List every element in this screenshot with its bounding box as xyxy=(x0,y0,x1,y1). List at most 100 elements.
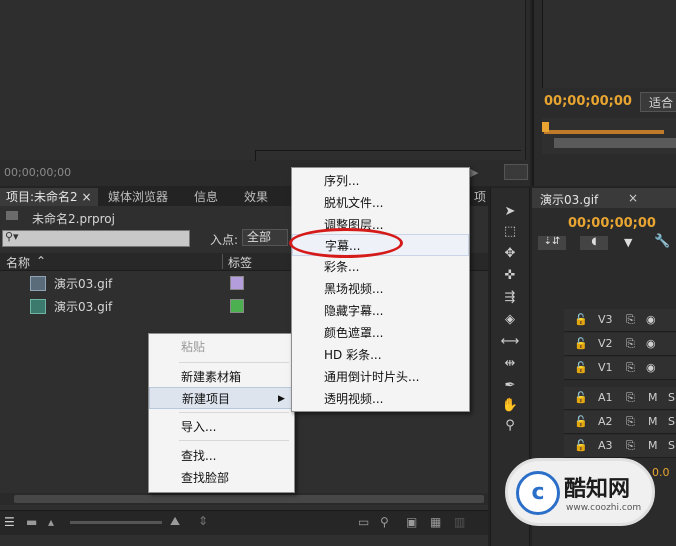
zoom-tool-icon[interactable]: ⚲ xyxy=(499,416,521,436)
submenu-item-hd-bars[interactable]: HD 彩条... xyxy=(292,344,469,366)
submenu-item-countdown[interactable]: 通用倒计时片头... xyxy=(292,366,469,388)
track-v1[interactable]: 🔓 V1 ⎘ ◉ xyxy=(564,357,676,380)
source-monitor: 00;00;00;00 ▶ xyxy=(0,0,530,186)
label-swatch[interactable] xyxy=(230,299,244,313)
menu-item-new-bin[interactable]: 新建素材箱 xyxy=(149,366,294,388)
submenu-item-offline-file[interactable]: 脱机文件... xyxy=(292,192,469,214)
track-a3[interactable]: 🔓 A3 ⎘ M S xyxy=(564,435,676,458)
tab-timeline[interactable]: 演示03.gif xyxy=(540,191,598,208)
snap-icon[interactable]: ⇣⇵ xyxy=(538,236,566,250)
inpoint-select[interactable]: 全部 xyxy=(242,229,288,246)
menu-item-import[interactable]: 导入... xyxy=(149,416,294,438)
slip-tool-icon[interactable]: ⟷ xyxy=(499,332,521,352)
project-file-name: 未命名2.prproj xyxy=(32,212,115,226)
tab-effects[interactable]: 效果 xyxy=(238,188,274,206)
track-select-tool-icon[interactable]: ⬚ xyxy=(499,222,521,242)
lock-icon[interactable]: 🔓 xyxy=(574,337,588,350)
lock-icon[interactable]: 🔓 xyxy=(574,361,588,374)
menu-item-find[interactable]: 查找... xyxy=(149,445,294,467)
submenu-item-captions[interactable]: 隐藏字幕... xyxy=(292,300,469,322)
mute-button[interactable]: M xyxy=(648,439,658,452)
zoom-slider[interactable] xyxy=(70,521,162,524)
eye-icon[interactable]: ◉ xyxy=(646,337,656,350)
lock-icon[interactable]: 🔓 xyxy=(574,391,588,404)
eye-icon[interactable]: ◉ xyxy=(646,313,656,326)
sort-icon[interactable]: ⇕ xyxy=(198,514,208,528)
sync-icon[interactable]: ⎘ xyxy=(626,439,635,453)
track-label: A1 xyxy=(598,391,613,404)
selection-tool-icon[interactable]: ➤ xyxy=(499,202,521,222)
lock-icon[interactable]: 🔓 xyxy=(574,313,588,326)
sync-icon[interactable]: ⎘ xyxy=(626,391,635,405)
horizontal-scrollbar[interactable] xyxy=(0,493,488,505)
menu-item-find-faces[interactable]: 查找脸部 xyxy=(149,467,294,489)
timeline-timecode[interactable]: 00;00;00;00 xyxy=(568,216,656,231)
settings-wrench-icon[interactable]: 🔧 xyxy=(654,234,670,249)
icon-view-icon[interactable]: ▬ xyxy=(26,515,37,529)
submenu-item-sequence[interactable]: 序列... xyxy=(292,170,469,192)
tab-media-browser[interactable]: 媒体浏览器 xyxy=(102,188,174,206)
sync-icon[interactable]: ⎘ xyxy=(626,313,635,327)
solo-button[interactable]: S xyxy=(668,439,675,452)
solo-button[interactable]: S xyxy=(668,415,675,428)
submenu-item-color-matte[interactable]: 颜色遮罩... xyxy=(292,322,469,344)
column-name[interactable]: 名称 xyxy=(6,254,30,271)
lock-icon[interactable]: 🔓 xyxy=(574,439,588,452)
list-view-icon[interactable]: ☰ xyxy=(4,515,15,529)
razor-tool-icon[interactable]: ◈ xyxy=(499,310,521,330)
slide-tool-icon[interactable]: ⇹ xyxy=(499,354,521,374)
track-a1[interactable]: 🔓 A1 ⎘ M S xyxy=(564,387,676,410)
track-v3[interactable]: 🔓 V3 ⎘ ◉ xyxy=(564,309,676,332)
play-icon[interactable]: ▶ xyxy=(470,166,478,179)
search-input[interactable]: ⚲▾ xyxy=(2,230,190,247)
submenu-item-bars-tone[interactable]: 彩条... xyxy=(292,256,469,278)
sync-icon[interactable]: ⎘ xyxy=(626,337,635,351)
close-icon[interactable]: × xyxy=(82,190,92,204)
inpoint-label: 入点: xyxy=(210,233,239,247)
trash-icon[interactable]: ▥ xyxy=(454,515,465,529)
rolling-edit-tool-icon[interactable]: ✜ xyxy=(499,266,521,286)
zoom-out-icon[interactable]: ▴ xyxy=(48,515,54,529)
sort-asc-icon[interactable]: ⌃ xyxy=(36,254,46,268)
search-icon[interactable]: ⚲▾ xyxy=(5,230,19,243)
menu-item-new-item[interactable]: 新建项目 ▶ xyxy=(149,387,294,409)
label-swatch[interactable] xyxy=(230,276,244,290)
marker-icon[interactable]: ▼ xyxy=(624,236,632,249)
fit-select[interactable]: 适合 xyxy=(640,92,676,112)
new-item-icon[interactable]: ▦ xyxy=(430,515,441,529)
mute-button[interactable]: M xyxy=(648,415,658,428)
sync-icon[interactable]: ⎘ xyxy=(626,415,635,429)
column-label[interactable]: 标签 xyxy=(228,254,252,271)
export-frame-icon[interactable] xyxy=(504,164,528,180)
automate-icon[interactable]: ▭ xyxy=(358,515,369,529)
new-bin-icon[interactable]: ▣ xyxy=(406,515,417,529)
sync-icon[interactable]: ⎘ xyxy=(626,361,635,375)
submenu-item-transparent-video[interactable]: 透明视频... xyxy=(292,388,469,410)
close-icon[interactable]: × xyxy=(628,191,638,205)
ripple-edit-tool-icon[interactable]: ✥ xyxy=(499,244,521,264)
menu-item-paste[interactable]: 粘贴 xyxy=(149,336,294,358)
track-a2[interactable]: 🔓 A2 ⎘ M S xyxy=(564,411,676,434)
tab-partial[interactable]: 项 xyxy=(468,188,492,206)
source-timecode[interactable]: 00;00;00;00 xyxy=(4,166,71,179)
mute-button[interactable]: M xyxy=(648,391,658,404)
rate-stretch-tool-icon[interactable]: ⇶ xyxy=(499,288,521,308)
pen-tool-icon[interactable]: ✒ xyxy=(499,376,521,396)
tab-info[interactable]: 信息 xyxy=(188,188,224,206)
program-ruler[interactable] xyxy=(542,118,676,154)
find-icon[interactable]: ⚲ xyxy=(380,515,389,529)
track-label: A2 xyxy=(598,415,613,428)
submenu-item-black-video[interactable]: 黑场视频... xyxy=(292,278,469,300)
link-icon[interactable]: ◖ xyxy=(580,236,608,250)
lock-icon[interactable]: 🔓 xyxy=(574,415,588,428)
solo-button[interactable]: S xyxy=(668,391,675,404)
hand-tool-icon[interactable]: ✋ xyxy=(499,396,521,416)
zoom-in-icon[interactable]: ⛰ xyxy=(170,514,180,529)
tab-project[interactable]: 项目:未命名2 × xyxy=(0,188,98,206)
program-viewer xyxy=(542,0,676,88)
program-timecode[interactable]: 00;00;00;00 xyxy=(544,94,632,109)
eye-icon[interactable]: ◉ xyxy=(646,361,656,374)
playhead-icon[interactable] xyxy=(542,122,549,132)
track-v2[interactable]: 🔓 V2 ⎘ ◉ xyxy=(564,333,676,356)
timeline-tabbar: 演示03.gif × xyxy=(532,188,676,208)
